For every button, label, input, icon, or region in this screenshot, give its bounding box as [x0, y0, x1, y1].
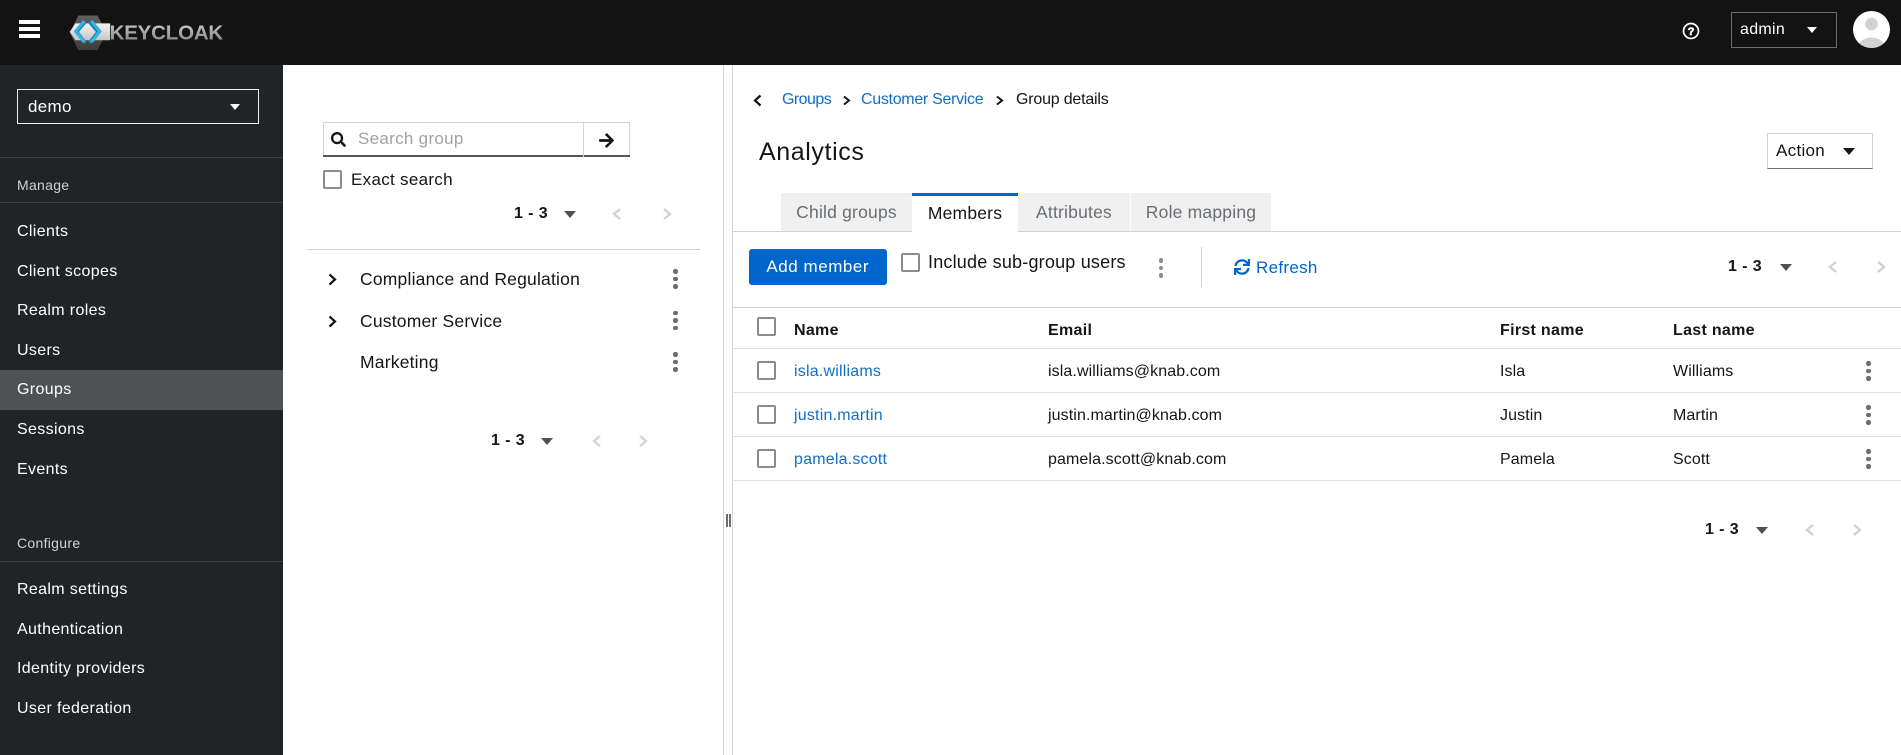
svg-text:?: ?	[1688, 26, 1695, 38]
svg-text:KEYCLOAK: KEYCLOAK	[110, 22, 224, 45]
